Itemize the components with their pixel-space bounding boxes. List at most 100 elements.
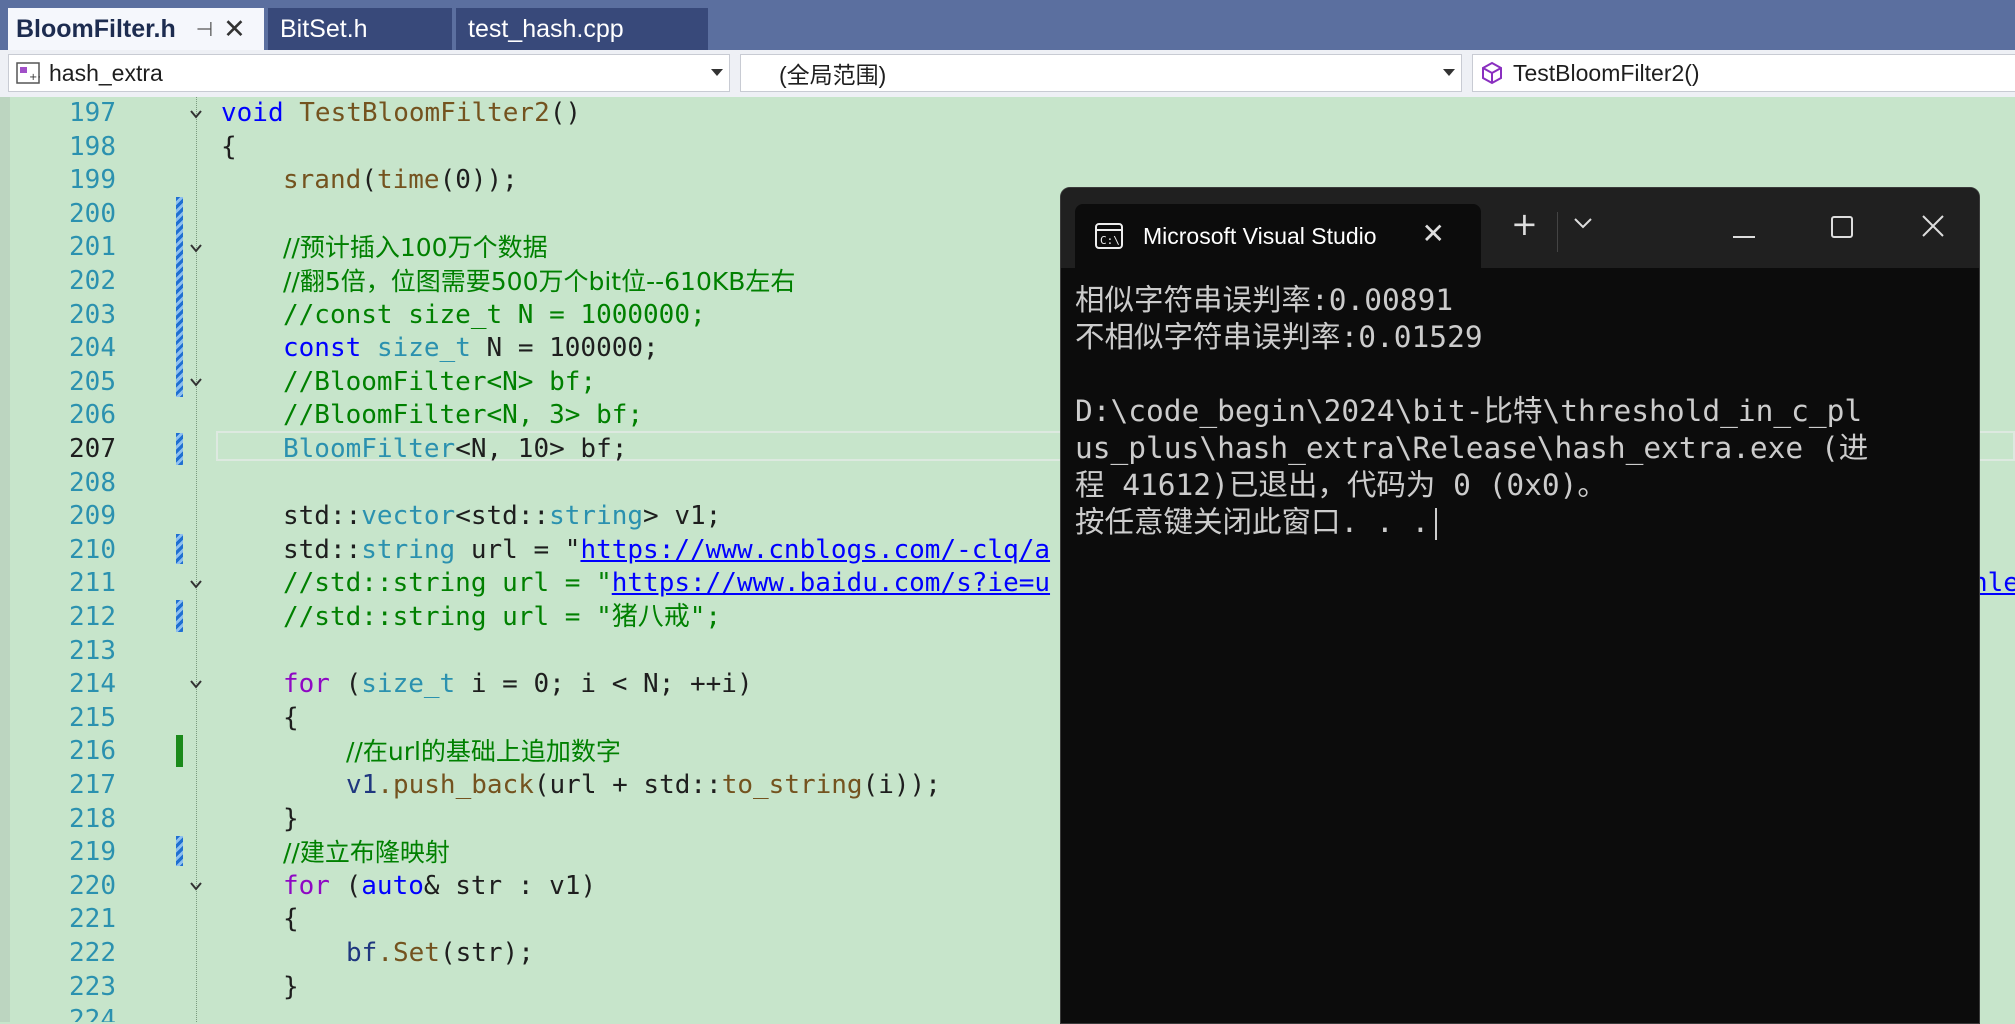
tab-bitset-h[interactable]: BitSet.h (268, 8, 452, 50)
code-token: const (283, 333, 362, 364)
change-marker (176, 197, 183, 397)
change-marker (176, 433, 183, 465)
line-number: 204 (69, 333, 116, 364)
code-line-210: std::string url = "https://www.cnblogs.c… (283, 534, 1050, 568)
terminal-line: 程 41612)已退出，代码为 0 (0x0)。 (1075, 468, 1607, 502)
code-line-204: const size_t N = 100000; (283, 332, 659, 366)
line-number: 211 (69, 568, 116, 599)
terminal-last-line: 按任意键关闭此窗口. . . (1075, 504, 1965, 541)
line-number: 197 (69, 98, 116, 128)
line-number: 224 (69, 1005, 116, 1022)
line-number: 202 (69, 266, 116, 296)
code-token: url = " (455, 534, 581, 565)
terminal-line: 按任意键关闭此窗口. . . (1075, 505, 1430, 539)
pin-icon[interactable]: ⊣ (196, 17, 213, 42)
code-token: size_t (361, 669, 456, 700)
chevron-down-icon (711, 69, 723, 76)
line-number-current: 207 (69, 434, 116, 464)
code-line-215: { (283, 702, 299, 733)
tab-label: BitSet.h (280, 14, 368, 43)
method-icon (1479, 61, 1505, 85)
code-token: .Set (377, 938, 440, 968)
member-name: TestBloomFilter2() (1513, 59, 1700, 86)
minimize-icon[interactable] (1733, 226, 1755, 242)
code-line-198: { (221, 131, 237, 162)
url-link[interactable]: https://www.baidu.com/s?ie=u (612, 568, 1050, 598)
line-number: 219 (69, 837, 116, 868)
code-token: v1 (346, 770, 378, 800)
code-token: <N, 10> bf; (455, 434, 628, 464)
collapse-icon[interactable] (189, 879, 203, 893)
close-tab-icon[interactable]: ✕ (223, 15, 246, 43)
tab-bloomfilter-h[interactable]: BloomFilter.h ⊣ ✕ (8, 8, 264, 50)
url-link[interactable]: https://www.cnblogs.com/-clq/a (580, 535, 1050, 565)
code-line-205: //BloomFilter<N> bf; (283, 366, 597, 397)
code-line-216: //在url的基础上追加数字 (346, 737, 621, 767)
code-line-206: //BloomFilter<N, 3> bf; (283, 400, 644, 431)
new-tab-icon[interactable]: + (1511, 208, 1538, 240)
project-name: hash_extra (49, 59, 163, 86)
code-line-203: //const size_t N = 1000000; (283, 299, 706, 330)
code-line-199: srand(time(0)); (283, 164, 518, 198)
line-number: 205 (69, 366, 116, 397)
line-number: 198 (69, 131, 116, 162)
terminal-output[interactable]: 相似字符串误判率:0.00891 不相似字符串误判率:0.01529 D:\code… (1075, 282, 1965, 541)
navigation-bar: ++ hash_extra (全局范围) TestBloomFilter2() (0, 50, 2015, 97)
project-dropdown[interactable]: ++ hash_extra (8, 54, 730, 92)
code-token: (url + std:: (533, 770, 722, 800)
collapse-icon[interactable] (189, 677, 203, 691)
line-number: 216 (69, 736, 116, 767)
code-line-214: for (size_t i = 0; i < N; ++i) (283, 668, 753, 702)
code-line-217: v1.push_back(url + std::to_string(i)); (346, 769, 941, 803)
code-token: for (283, 870, 330, 901)
code-token: ( (439, 165, 456, 196)
member-dropdown[interactable]: TestBloomFilter2() (1472, 54, 2015, 92)
line-number: 208 (69, 467, 116, 498)
svg-text:++: ++ (29, 72, 40, 83)
line-number: 200 (69, 198, 116, 229)
tab-test-hash-cpp[interactable]: test_hash.cpp (456, 8, 708, 50)
close-window-icon[interactable] (1921, 214, 1945, 241)
code-line-222: bf.Set(str); (346, 937, 534, 971)
code-token: for (283, 669, 330, 700)
line-number: 221 (69, 904, 116, 935)
line-number: 209 (69, 501, 116, 532)
tab-label: test_hash.cpp (468, 14, 624, 43)
code-line-197: void TestBloomFilter2() (221, 97, 581, 131)
code-token: .push_back (377, 770, 534, 800)
code-line-209: std::vector<std::string> v1; (283, 500, 721, 534)
chevron-down-icon[interactable] (1573, 216, 1593, 233)
code-token: ( (361, 165, 377, 196)
collapse-icon[interactable] (189, 107, 203, 121)
scope-dropdown[interactable]: (全局范围) (740, 54, 1462, 92)
maximize-icon[interactable] (1831, 216, 1853, 241)
code-token: <std:: (455, 501, 550, 532)
line-number: 222 (69, 938, 116, 968)
code-line-202: //翻5倍，位图需要500万个bit位--610KB左右 (283, 267, 796, 296)
close-tab-icon[interactable]: ✕ (1422, 220, 1445, 248)
chevron-down-icon (1443, 69, 1455, 76)
collapse-icon[interactable] (189, 241, 203, 255)
terminal-line: 相似字符串误判率:0.00891 (1075, 283, 1454, 317)
terminal-titlebar[interactable]: C:\ Microsoft Visual Studio ✕ + (1061, 188, 1979, 268)
code-token: (i)); (862, 770, 941, 800)
code-token: BloomFilter (283, 434, 456, 464)
code-line-211: //std::string url = "https://www.baidu.c… (283, 567, 1050, 601)
terminal-window[interactable]: C:\ Microsoft Visual Studio ✕ + 相似字符串误判率… (1060, 187, 1980, 1024)
terminal-tab[interactable]: C:\ Microsoft Visual Studio ✕ (1075, 204, 1481, 268)
line-number: 212 (69, 602, 116, 632)
code-token: ( (329, 870, 362, 901)
code-token: TestBloomFilter2 (299, 98, 550, 128)
line-number: 206 (69, 400, 116, 431)
code-line-220: for (auto& str : v1) (283, 870, 596, 904)
terminal-title: Microsoft Visual Studio (1143, 222, 1377, 249)
code-token: (str); (439, 938, 534, 968)
code-token: N = 100000; (470, 333, 659, 364)
code-token: )); (470, 165, 518, 196)
code-token: vector (361, 501, 456, 532)
collapse-icon[interactable] (189, 577, 203, 591)
code-token: string (549, 501, 644, 532)
terminal-line: us_plus\hash_extra\Release\hash_extra.ex… (1075, 431, 1869, 465)
collapse-icon[interactable] (189, 375, 203, 389)
